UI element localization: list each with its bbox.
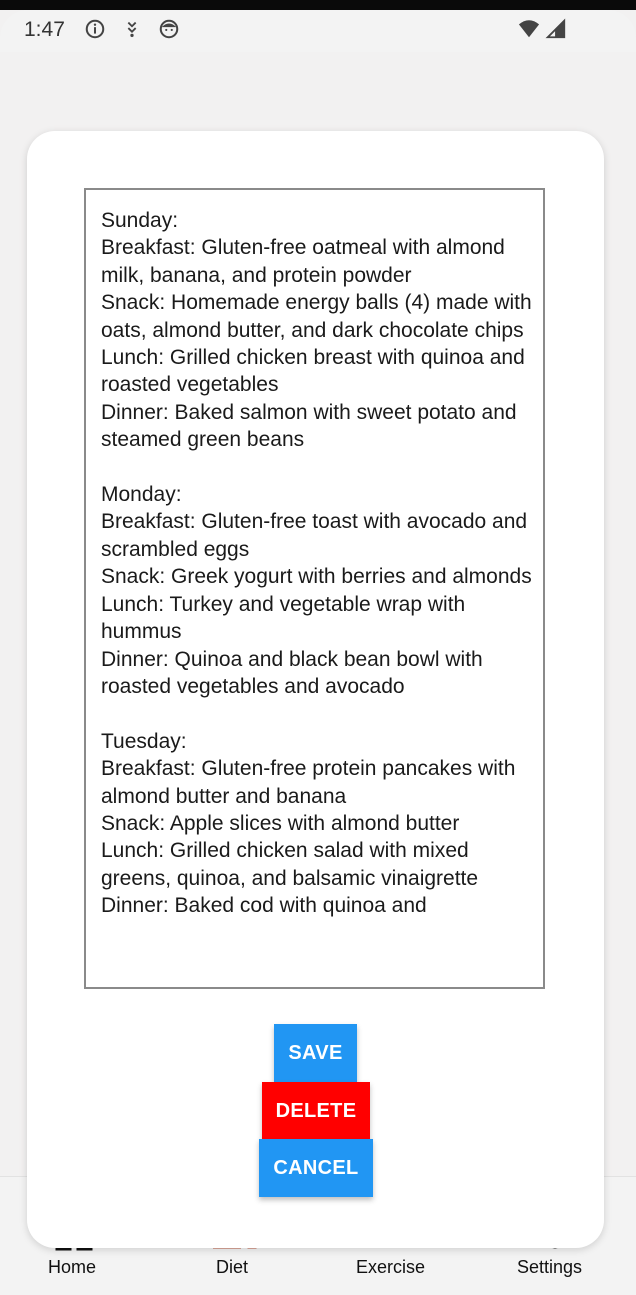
status-bar: 1:47 bbox=[0, 10, 636, 52]
meal-plan-dialog: Sunday: Breakfast: Gluten-free oatmeal w… bbox=[27, 131, 604, 1248]
meal-plan-text[interactable]: Sunday: Breakfast: Gluten-free oatmeal w… bbox=[101, 207, 541, 920]
face-icon bbox=[158, 18, 180, 40]
cancel-button[interactable]: CANCEL bbox=[259, 1139, 373, 1197]
wifi-icon bbox=[518, 18, 540, 40]
nav-home-label[interactable]: Home bbox=[48, 1257, 96, 1278]
nav-settings-label[interactable]: Settings bbox=[517, 1257, 582, 1278]
download-icon bbox=[121, 18, 143, 40]
info-icon bbox=[84, 18, 106, 40]
nav-diet-label[interactable]: Diet bbox=[216, 1257, 248, 1278]
screen-top-edge bbox=[0, 0, 636, 10]
meal-plan-textbox[interactable]: Sunday: Breakfast: Gluten-free oatmeal w… bbox=[84, 188, 545, 989]
status-time: 1:47 bbox=[24, 18, 65, 41]
save-button[interactable]: SAVE bbox=[274, 1024, 357, 1082]
delete-button[interactable]: DELETE bbox=[262, 1082, 370, 1140]
signal-icon bbox=[545, 18, 567, 40]
nav-exercise-label[interactable]: Exercise bbox=[356, 1257, 425, 1278]
